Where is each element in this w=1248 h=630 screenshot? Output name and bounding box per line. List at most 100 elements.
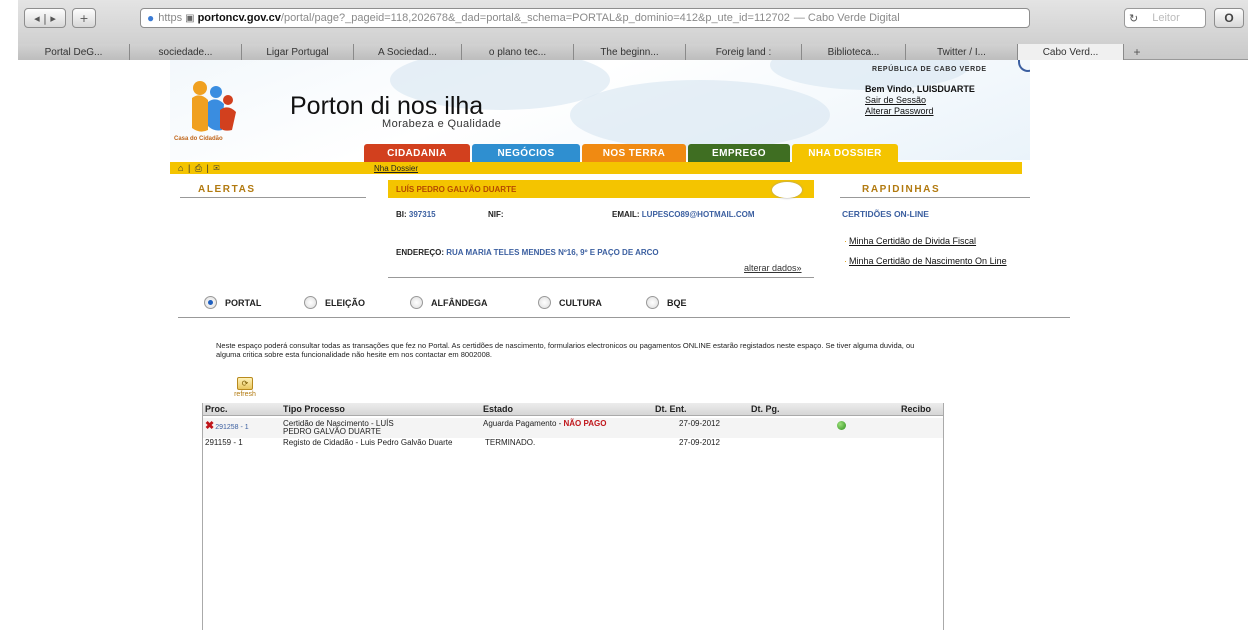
url-protocol: https xyxy=(158,12,183,24)
nif-label: NIF: xyxy=(488,210,504,219)
refresh-button[interactable]: ⟳ refresh xyxy=(228,377,262,398)
logo-caption: Casa do Cidadão xyxy=(174,136,223,142)
browser-tab-bar: Portal DeG... sociedade... Ligar Portugal A… xyxy=(18,44,1248,60)
browser-tab[interactable]: Ligar Portugal xyxy=(242,44,354,60)
new-tab-icon[interactable]: + xyxy=(1124,44,1150,60)
add-bookmark-button[interactable]: + xyxy=(72,8,96,28)
radio-dot[interactable] xyxy=(204,296,217,309)
email-field: EMAIL: LUPESCO89@HOTMAIL.COM xyxy=(612,210,755,219)
radio-bqe[interactable]: BQE xyxy=(646,296,687,309)
rapidinhas-title: RAPIDINHAS xyxy=(862,184,941,195)
info-text: Neste espaço poderá consultar todas as t… xyxy=(216,341,915,359)
tab-nha-dossier[interactable]: NHA DOSSIER xyxy=(792,144,898,162)
radio-eleicao[interactable]: ELEIÇÃO xyxy=(304,296,365,309)
radio-alfandega[interactable]: ALFÂNDEGA xyxy=(410,296,488,309)
url-path: /portal/page?_pageid=118,202678&_dad=por… xyxy=(280,12,790,24)
table-header: Proc. Tipo Processo Estado Dt. Ent. Dt. … xyxy=(203,403,943,416)
radio-dot[interactable] xyxy=(538,296,551,309)
site-subtitle: Morabeza e Qualidade xyxy=(382,118,502,130)
browser-tab[interactable]: o plano tec... xyxy=(462,44,574,60)
home-icon[interactable]: ⌂ xyxy=(178,163,184,173)
reader-label: Leitor xyxy=(1152,12,1180,24)
tab-nos-terra[interactable]: NOS TERRA xyxy=(582,144,686,162)
refresh-icon: ⟳ xyxy=(237,377,253,390)
globe-icon: ● xyxy=(147,11,155,25)
utility-icons: ⌂ | ⎙ | ✉ xyxy=(178,163,221,173)
casa-do-cidadao-logo[interactable] xyxy=(174,78,250,156)
cert-link-nascimento[interactable]: · Minha Certidão de Nascimento On Line xyxy=(844,256,1014,266)
address-value: RUA MARIA TELES MENDES Nº16, 9º E PAÇO D… xyxy=(446,248,659,257)
breadcrumb[interactable]: Nha Dossier xyxy=(374,164,418,173)
print-icon[interactable]: ⎙ xyxy=(195,163,203,173)
estado-cell: TERMINADO. xyxy=(485,438,536,447)
extension-button[interactable]: O xyxy=(1214,8,1244,28)
logout-link[interactable]: Sair de Sessão xyxy=(865,95,975,106)
user-card-header: LUÍS PEDRO GALVÃO DUARTE xyxy=(388,180,814,198)
radio-cultura[interactable]: CULTURA xyxy=(538,296,602,309)
proc-cell[interactable]: 291159 - 1 xyxy=(205,439,243,447)
radio-dot[interactable] xyxy=(646,296,659,309)
col-recibo: Recibo xyxy=(901,404,932,414)
tab-negocios[interactable]: NEGÓCIOS xyxy=(472,144,580,162)
bi-field: BI: 397315 xyxy=(396,210,436,219)
bi-label: BI: xyxy=(396,210,407,219)
sub-nav-bar xyxy=(170,162,1022,174)
tipo-cell: Registo de Cidadão - Luis Pedro Galvão D… xyxy=(283,438,453,447)
estado-text: Aguarda Pagamento - xyxy=(483,419,564,428)
browser-chrome: ◂ | ▸ + ● https ▣ portoncv.gov.cv /porta… xyxy=(18,0,1248,60)
table-row: 291159 - 1 Registo de Cidadão - Luis Ped… xyxy=(203,438,943,449)
radio-dot[interactable] xyxy=(410,296,423,309)
browser-tab[interactable]: sociedade... xyxy=(130,44,242,60)
back-forward-buttons[interactable]: ◂ | ▸ xyxy=(24,8,66,28)
reader-button[interactable]: ↻ Leitor xyxy=(1124,8,1206,28)
tipo-cell: Certidão de Nascimento - LUÍS PEDRO GALV… xyxy=(283,419,394,436)
welcome-text: Bem Vindo, LUISDUARTE xyxy=(865,84,975,94)
mail-icon[interactable]: ✉ xyxy=(213,163,220,173)
rapidinhas-divider xyxy=(840,197,1030,198)
delete-icon[interactable]: ✖ xyxy=(205,420,214,432)
radio-portal[interactable]: PORTAL xyxy=(204,296,261,309)
browser-tab[interactable]: Portal DeG... xyxy=(18,44,130,60)
url-host: portoncv.gov.cv xyxy=(197,12,281,24)
payment-icon[interactable] xyxy=(837,421,846,430)
alertas-divider xyxy=(180,197,366,198)
change-password-link[interactable]: Alterar Password xyxy=(865,106,975,117)
col-tipo: Tipo Processo xyxy=(283,404,345,414)
alertas-title: ALERTAS xyxy=(198,184,256,195)
radio-label: PORTAL xyxy=(225,297,262,308)
reload-icon[interactable]: ↻ xyxy=(1129,12,1138,25)
browser-tab[interactable]: Cabo Verd... xyxy=(1018,44,1124,60)
browser-tab[interactable]: The beginn... xyxy=(574,44,686,60)
browser-tab[interactable]: Biblioteca... xyxy=(802,44,906,60)
estado-cell: Aguarda Pagamento - NÃO PAGO xyxy=(483,420,606,428)
dt-ent-cell: 27-09-2012 xyxy=(679,438,720,447)
status-badge: NÃO PAGO xyxy=(563,419,607,428)
address-bar[interactable]: ● https ▣ portoncv.gov.cv /portal/page?_… xyxy=(140,8,1030,28)
browser-tab[interactable]: A Sociedad... xyxy=(354,44,462,60)
republica-label: REPÚBLICA DE CABO VERDE xyxy=(872,66,987,73)
tab-emprego[interactable]: EMPREGO xyxy=(688,144,790,162)
browser-tab[interactable]: Twitter / I... xyxy=(906,44,1018,60)
edit-data-link[interactable]: alterar dados» xyxy=(744,263,802,273)
cert-link-divida-fiscal[interactable]: · Minha Certidão de Divida Fiscal xyxy=(844,236,1024,246)
cert-link-label: Minha Certidão de Nascimento On Line xyxy=(849,256,1007,266)
col-proc: Proc. xyxy=(205,404,228,414)
tab-cidadania[interactable]: CIDADANIA xyxy=(364,144,470,162)
radio-label: BQE xyxy=(667,297,687,308)
certidoes-title: CERTIDÕES ON-LINE xyxy=(842,209,929,219)
transactions-table: Proc. Tipo Processo Estado Dt. Ent. Dt. … xyxy=(202,403,944,630)
radio-label: CULTURA xyxy=(559,297,602,308)
bullet-icon: · xyxy=(844,256,847,266)
nif-field: NIF: xyxy=(488,210,504,219)
radio-label: ALFÂNDEGA xyxy=(431,297,488,308)
radio-label: ELEIÇÃO xyxy=(325,297,366,308)
col-dt-pg: Dt. Pg. xyxy=(751,404,780,414)
cert-link-label: Minha Certidão de Divida Fiscal xyxy=(849,236,977,246)
radio-divider xyxy=(178,317,1070,318)
browser-tab[interactable]: Foreig land : xyxy=(686,44,802,60)
email-label: EMAIL: xyxy=(612,210,640,219)
site-title: Porton di nos ilha xyxy=(290,92,484,120)
proc-link[interactable]: 291258 - 1 xyxy=(215,424,248,431)
browser-toolbar: ◂ | ▸ + ● https ▣ portoncv.gov.cv /porta… xyxy=(18,0,1248,34)
radio-dot[interactable] xyxy=(304,296,317,309)
